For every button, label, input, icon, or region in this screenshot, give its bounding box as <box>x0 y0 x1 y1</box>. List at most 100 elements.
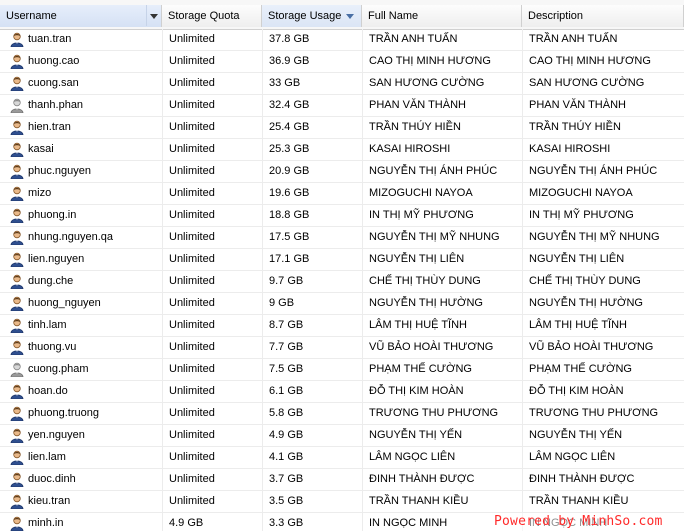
username-text: yen.nguyen <box>28 429 85 441</box>
table-row[interactable]: huong_nguyen Unlimited 9 GB NGUYỄN THỊ H… <box>0 293 684 315</box>
cell-username: thanh.phan <box>0 95 162 116</box>
table-row[interactable]: tinh.lam Unlimited 8.7 GB LÂM THỊ HUỆ TĨ… <box>0 315 684 337</box>
cell-username: huong.cao <box>0 51 162 72</box>
cell-usage: 25.4 GB <box>269 121 310 133</box>
cell-description: NGUYỄN THỊ YẾN <box>529 429 623 441</box>
cell-description: MIZOGUCHI NAYOA <box>529 187 633 199</box>
column-header-quota[interactable]: Storage Quota <box>162 5 262 27</box>
column-header-fullname[interactable]: Full Name <box>362 5 522 27</box>
cell-quota: Unlimited <box>169 33 215 45</box>
table-row[interactable]: phuc.nguyen Unlimited 20.9 GB NGUYỄN THỊ… <box>0 161 684 183</box>
user-icon <box>10 54 24 70</box>
column-header-description[interactable]: Description <box>522 5 684 27</box>
table-row[interactable]: lien.lam Unlimited 4.1 GB LÂM NGỌC LIÊN … <box>0 447 684 469</box>
table-row[interactable]: phuong.in Unlimited 18.8 GB IN THỊ MỸ PH… <box>0 205 684 227</box>
username-text: phuc.nguyen <box>28 165 91 177</box>
cell-usage: 37.8 GB <box>269 33 310 45</box>
table-row[interactable]: mizo Unlimited 19.6 GB MIZOGUCHI NAYOA M… <box>0 183 684 205</box>
table-row[interactable]: cuong.pham Unlimited 7.5 GB PHẠM THẾ CƯỜ… <box>0 359 684 381</box>
table-row[interactable]: hoan.do Unlimited 6.1 GB ĐỖ THỊ KIM HOÀN… <box>0 381 684 403</box>
column-header-usage[interactable]: Storage Usage <box>262 5 362 27</box>
cell-fullname: NGUYỄN THỊ LIÊN <box>369 253 465 265</box>
cell-description: TRƯƠNG THU PHƯƠNG <box>529 407 659 419</box>
cell-username: yen.nguyen <box>0 425 162 446</box>
user-icon <box>10 450 24 466</box>
cell-description: TRẦN ANH TUẤN <box>529 33 618 45</box>
cell-username: hoan.do <box>0 381 162 402</box>
cell-username: mizo <box>0 183 162 204</box>
cell-description: NGUYỄN THỊ LIÊN <box>529 253 625 265</box>
table-row[interactable]: kieu.tran Unlimited 3.5 GB TRẦN THANH KI… <box>0 491 684 513</box>
cell-usage: 9 GB <box>269 297 295 309</box>
cell-quota: Unlimited <box>169 319 215 331</box>
column-header-quota-label: Storage Quota <box>168 10 240 22</box>
user-icon <box>10 32 24 48</box>
cell-fullname: ĐINH THÀNH ĐƯỢC <box>369 473 475 485</box>
cell-username: phuong.truong <box>0 403 162 424</box>
username-text: hien.tran <box>28 121 71 133</box>
table-row[interactable]: hien.tran Unlimited 25.4 GB TRẦN THÚY HI… <box>0 117 684 139</box>
cell-usage: 17.1 GB <box>269 253 310 265</box>
cell-fullname: KASAI HIROSHI <box>369 143 451 155</box>
cell-quota: Unlimited <box>169 429 215 441</box>
table-row[interactable]: thanh.phan Unlimited 32.4 GB PHAN VĂN TH… <box>0 95 684 117</box>
cell-username: duoc.dinh <box>0 469 162 490</box>
cell-fullname: NGUYỄN THỊ MỸ NHUNG <box>369 231 500 243</box>
cell-quota: Unlimited <box>169 495 215 507</box>
user-icon <box>10 318 24 334</box>
cell-fullname: PHẠM THẾ CƯỜNG <box>369 363 472 375</box>
cell-username: huong_nguyen <box>0 293 162 314</box>
username-text: cuong.pham <box>28 363 89 375</box>
username-text: cuong.san <box>28 77 79 89</box>
cell-description: TRẦN THÚY HIỀN <box>529 121 621 133</box>
cell-quota: Unlimited <box>169 451 215 463</box>
table-row[interactable]: cuong.san Unlimited 33 GB SAN HƯƠNG CƯỜN… <box>0 73 684 95</box>
column-header-usage-label: Storage Usage <box>268 10 342 22</box>
table-row[interactable]: tuan.tran Unlimited 37.8 GB TRẦN ANH TUẤ… <box>0 29 684 51</box>
table-row[interactable]: phuong.truong Unlimited 5.8 GB TRƯƠNG TH… <box>0 403 684 425</box>
table-row[interactable]: kasai Unlimited 25.3 GB KASAI HIROSHI KA… <box>0 139 684 161</box>
sort-descending-icon <box>346 13 355 19</box>
cell-usage: 5.8 GB <box>269 407 304 419</box>
table-row[interactable]: huong.cao Unlimited 36.9 GB CAO THỊ MINH… <box>0 51 684 73</box>
cell-quota: Unlimited <box>169 341 215 353</box>
cell-quota: Unlimited <box>169 99 215 111</box>
cell-quota: 4.9 GB <box>169 517 204 529</box>
user-icon <box>10 494 24 510</box>
cell-description: LÂM NGỌC LIÊN <box>529 451 616 463</box>
table-row[interactable]: dung.che Unlimited 9.7 GB CHẾ THỊ THÙY D… <box>0 271 684 293</box>
cell-username: phuong.in <box>0 205 162 226</box>
cell-fullname: LÂM NGỌC LIÊN <box>369 451 456 463</box>
username-text: huong_nguyen <box>28 297 101 309</box>
cell-description: PHAN VĂN THÀNH <box>529 99 626 111</box>
cell-username: nhung.nguyen.qa <box>0 227 162 248</box>
cell-quota: Unlimited <box>169 407 215 419</box>
table-row[interactable]: nhung.nguyen.qa Unlimited 17.5 GB NGUYỄN… <box>0 227 684 249</box>
cell-username: hien.tran <box>0 117 162 138</box>
cell-username: phuc.nguyen <box>0 161 162 182</box>
column-header-username[interactable]: Username <box>0 5 162 27</box>
cell-quota: Unlimited <box>169 209 215 221</box>
column-header-username-label: Username <box>6 10 57 22</box>
username-text: phuong.truong <box>28 407 99 419</box>
cell-username: lien.lam <box>0 447 162 468</box>
cell-fullname: TRƯƠNG THU PHƯƠNG <box>369 407 499 419</box>
cell-usage: 4.9 GB <box>269 429 304 441</box>
user-icon <box>10 186 24 202</box>
cell-fullname: PHAN VĂN THÀNH <box>369 99 466 111</box>
column-menu-trigger[interactable] <box>146 5 161 26</box>
cell-fullname: TRẦN THÚY HIỀN <box>369 121 461 133</box>
table-row[interactable]: lien.nguyen Unlimited 17.1 GB NGUYỄN THỊ… <box>0 249 684 271</box>
column-header-fullname-label: Full Name <box>368 10 419 22</box>
cell-quota: Unlimited <box>169 253 215 265</box>
table-row[interactable]: yen.nguyen Unlimited 4.9 GB NGUYỄN THỊ Y… <box>0 425 684 447</box>
username-text: kasai <box>28 143 54 155</box>
table-row[interactable]: duoc.dinh Unlimited 3.7 GB ĐINH THÀNH ĐƯ… <box>0 469 684 491</box>
cell-username: cuong.san <box>0 73 162 94</box>
cell-username: tinh.lam <box>0 315 162 336</box>
cell-fullname: SAN HƯƠNG CƯỜNG <box>369 77 485 89</box>
table-row[interactable]: thuong.vu Unlimited 7.7 GB VŨ BẢO HOÀI T… <box>0 337 684 359</box>
cell-username: kasai <box>0 139 162 160</box>
username-text: huong.cao <box>28 55 80 67</box>
user-icon <box>10 406 24 422</box>
